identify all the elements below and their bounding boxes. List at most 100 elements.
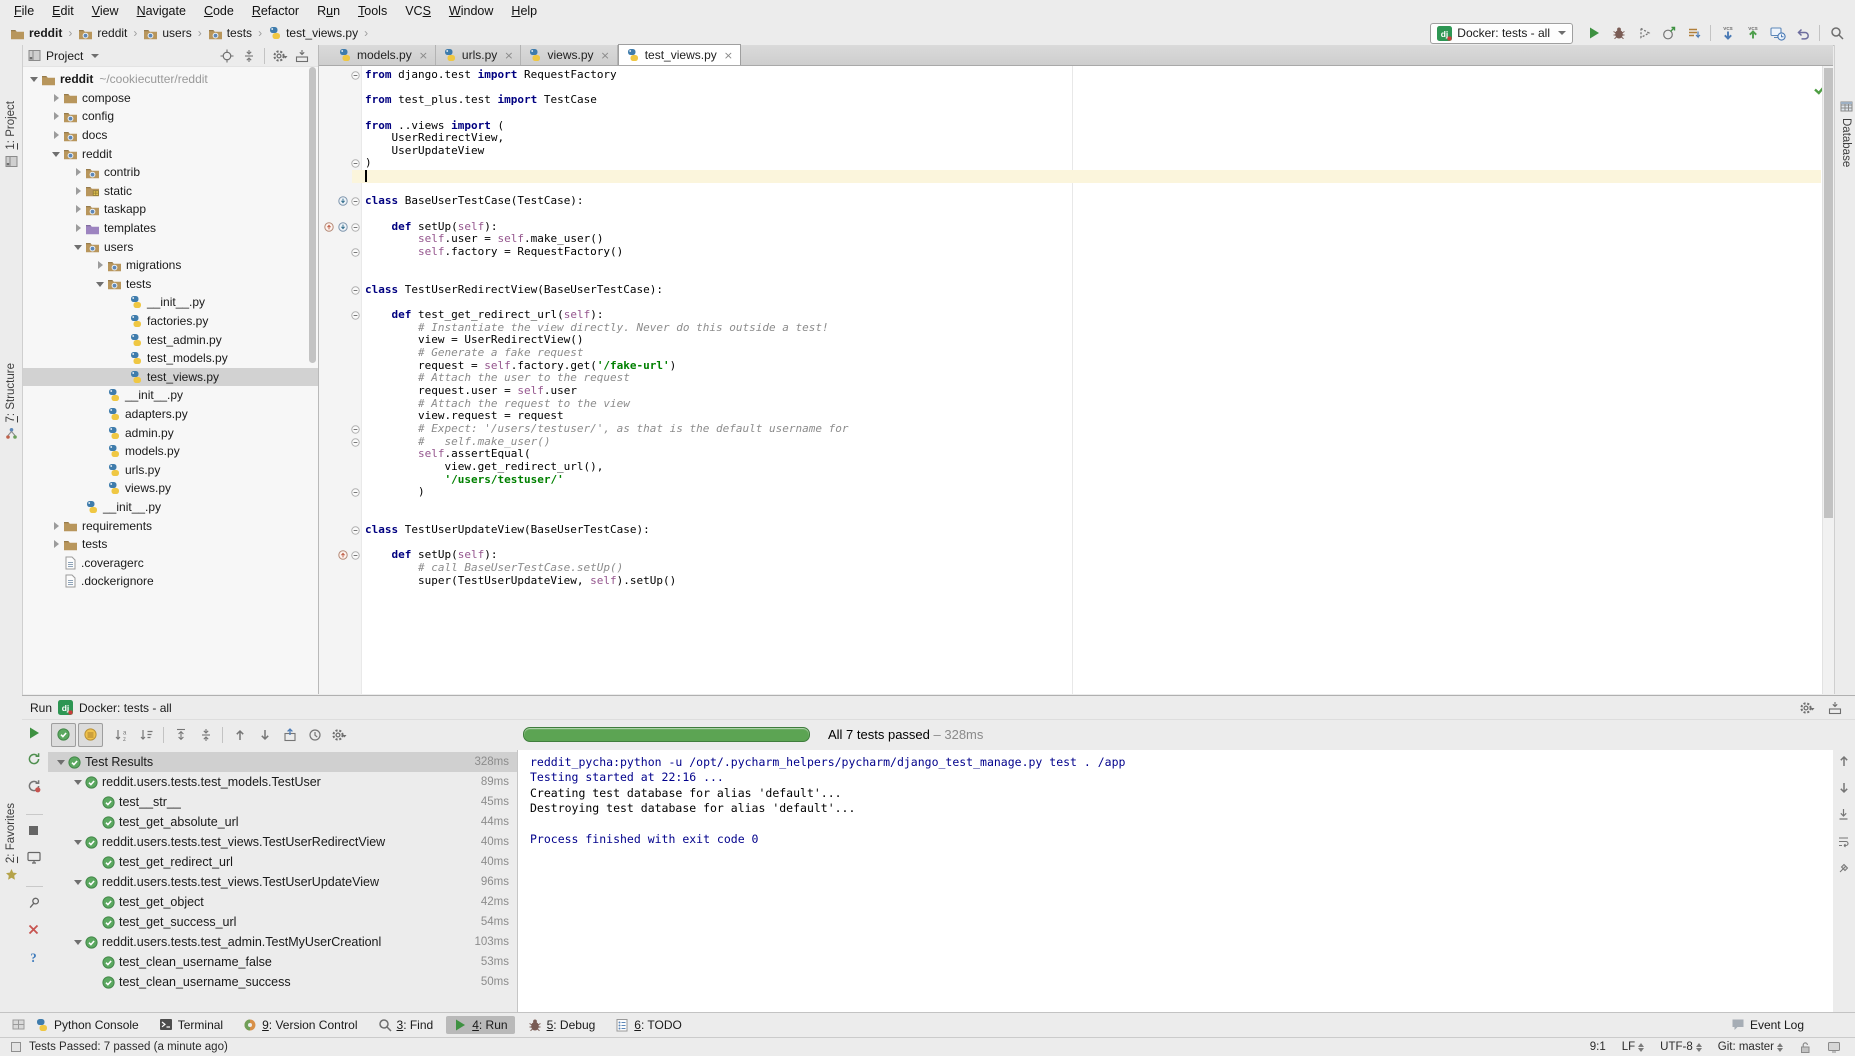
test-result-row[interactable]: test__str__ 45ms	[48, 792, 517, 812]
status-widget[interactable]: Git: master	[1718, 1041, 1783, 1053]
toolwindow-button-version-control[interactable]: 9: Version Control	[236, 1016, 364, 1034]
menu-vcs[interactable]: VCS	[396, 4, 440, 18]
toolwindow-button-find[interactable]: 3: Find	[371, 1016, 441, 1034]
status-widget[interactable]: 9:1	[1590, 1041, 1606, 1053]
tree-expander[interactable]	[93, 258, 107, 272]
help-button[interactable]: ?	[27, 950, 40, 967]
test-result-row[interactable]: test_clean_username_false 53ms	[48, 952, 517, 972]
gear-dd-button[interactable]	[269, 47, 291, 65]
run-button[interactable]	[1581, 22, 1606, 44]
status-widget[interactable]: LF	[1622, 1041, 1644, 1053]
tool-stripe-project[interactable]: 1: Project	[0, 101, 22, 168]
hector-widget[interactable]	[1827, 1041, 1841, 1053]
toolwindow-button-run[interactable]: 4: Run	[446, 1016, 514, 1034]
project-tree-row[interactable]: contrib	[23, 163, 318, 182]
tree-expander[interactable]	[49, 537, 63, 551]
tree-expander[interactable]	[71, 875, 85, 889]
tree-expander[interactable]	[49, 109, 63, 123]
menu-help[interactable]: Help	[502, 4, 546, 18]
breadcrumb-item[interactable]: tests	[208, 26, 252, 40]
sort-az-button[interactable]: az	[109, 724, 134, 746]
menu-refactor[interactable]: Refactor	[243, 4, 308, 18]
tree-expander[interactable]	[71, 240, 85, 254]
tree-expander[interactable]	[49, 91, 63, 105]
project-tree-row[interactable]: reddit	[23, 144, 318, 163]
project-tree-row[interactable]: templates	[23, 219, 318, 238]
menu-tools[interactable]: Tools	[349, 4, 396, 18]
close-red-button[interactable]	[27, 923, 40, 939]
editor-tab-views.py[interactable]: views.py×	[521, 45, 617, 65]
test-result-row[interactable]: Test Results 328ms	[48, 752, 517, 772]
project-tree-row[interactable]: test_admin.py	[23, 330, 318, 349]
show-passed-toggle[interactable]	[51, 723, 76, 747]
close-tab-icon[interactable]: ×	[724, 49, 733, 62]
project-tree-row[interactable]: users	[23, 237, 318, 256]
collapse-all-button[interactable]	[238, 47, 260, 65]
editor-tab-models.py[interactable]: models.py×	[331, 45, 436, 65]
menu-navigate[interactable]: Navigate	[128, 4, 195, 18]
menu-window[interactable]: Window	[440, 4, 502, 18]
project-tree-row[interactable]: test_models.py	[23, 349, 318, 368]
test-result-row[interactable]: reddit.users.tests.test_views.TestUserUp…	[48, 872, 517, 892]
stop-button[interactable]	[27, 824, 40, 840]
concurrency-button[interactable]	[1681, 22, 1706, 44]
tree-expander[interactable]	[54, 755, 68, 769]
project-tree-row[interactable]: models.py	[23, 442, 318, 461]
toolwindow-button-debug[interactable]: 5: Debug	[521, 1016, 603, 1034]
project-tree-row[interactable]: docs	[23, 126, 318, 145]
gear-dd-button[interactable]	[327, 724, 352, 746]
rerun-button[interactable]	[27, 752, 41, 769]
close-tab-icon[interactable]: ×	[419, 49, 428, 62]
code-editor[interactable]: from django.test import RequestFactoryfr…	[319, 66, 1833, 694]
arrow-down-button[interactable]	[252, 724, 277, 746]
search-button[interactable]	[1824, 22, 1849, 44]
tool-stripe-database[interactable]: Database	[1835, 100, 1855, 167]
debug-button[interactable]	[1606, 22, 1631, 44]
project-scrollbar[interactable]	[309, 67, 316, 363]
monitor-button[interactable]	[27, 851, 41, 867]
undo-button[interactable]	[1790, 22, 1815, 44]
run-configuration-select[interactable]: dj Docker: tests - all	[1430, 23, 1573, 44]
arrow-down-button[interactable]	[1837, 781, 1851, 798]
vcs-commit-button[interactable]: VCS	[1740, 22, 1765, 44]
test-result-row[interactable]: test_get_object 42ms	[48, 892, 517, 912]
close-tab-icon[interactable]: ×	[601, 49, 610, 62]
toolwindow-button-python-console[interactable]: Python Console	[28, 1016, 146, 1034]
project-panel-title[interactable]: Project	[28, 49, 99, 63]
project-tree-row[interactable]: adapters.py	[23, 405, 318, 424]
project-tree-row[interactable]: migrations	[23, 256, 318, 275]
rerun-run-button[interactable]	[27, 729, 41, 743]
project-tree-row[interactable]: reddit ~/cookiecutter/reddit	[23, 70, 318, 89]
project-tree-row[interactable]: taskapp	[23, 200, 318, 219]
project-tree-row[interactable]: urls.py	[23, 460, 318, 479]
tree-expander[interactable]	[71, 935, 85, 949]
locate-button[interactable]	[216, 47, 238, 65]
rerun-failed-button[interactable]	[27, 779, 41, 796]
test-result-row[interactable]: reddit.users.tests.test_models.TestUser …	[48, 772, 517, 792]
clear-console-button[interactable]	[1837, 862, 1850, 878]
project-tree-row[interactable]: __init__.py	[23, 293, 318, 312]
menu-code[interactable]: Code	[195, 4, 243, 18]
history-button[interactable]	[302, 724, 327, 746]
test-result-row[interactable]: test_get_redirect_url 40ms	[48, 852, 517, 872]
menu-view[interactable]: View	[83, 4, 128, 18]
scroll-end-button[interactable]	[1837, 808, 1850, 824]
collapse-all-button[interactable]	[193, 724, 218, 746]
tree-expander[interactable]	[49, 519, 63, 533]
breadcrumb-item[interactable]: reddit	[10, 26, 62, 40]
menu-file[interactable]: File	[5, 4, 43, 18]
project-tree-row[interactable]: compose	[23, 89, 318, 108]
export-button[interactable]	[277, 724, 302, 746]
tree-expander[interactable]	[71, 835, 85, 849]
editor-tab-urls.py[interactable]: urls.py×	[436, 45, 522, 65]
lock-widget[interactable]	[1799, 1041, 1811, 1054]
toolwindow-button-todo[interactable]: 6: TODO	[608, 1016, 689, 1034]
close-tab-icon[interactable]: ×	[504, 49, 513, 62]
sort-time-button[interactable]	[134, 724, 159, 746]
tree-expander[interactable]	[71, 202, 85, 216]
run-console[interactable]: reddit_pycha:python -u /opt/.pycharm_hel…	[517, 750, 1833, 1013]
test-result-row[interactable]: test_clean_username_success 50ms	[48, 972, 517, 992]
pin-button[interactable]	[27, 896, 41, 913]
project-tree-row[interactable]: test_views.py	[23, 368, 318, 387]
toolwindow-button-terminal[interactable]: Terminal	[152, 1016, 230, 1034]
